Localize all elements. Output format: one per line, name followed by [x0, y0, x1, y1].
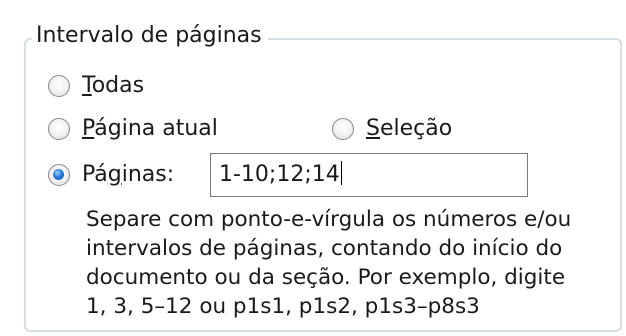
radio-all-label[interactable]: Todas: [82, 68, 144, 104]
radio-current-page-label[interactable]: Página atual: [82, 111, 218, 147]
text-caret: [340, 161, 343, 185]
radio-option-current-page[interactable]: Página atual: [48, 111, 218, 147]
radio-option-all[interactable]: Todas: [48, 68, 144, 104]
help-line: intervalos de páginas, contando do iníci…: [86, 236, 563, 261]
radio-option-pages[interactable]: Páginas:: [48, 157, 174, 193]
help-line: documento ou da seção. Por exemplo, digi…: [86, 265, 566, 290]
pages-help-text: Separe com ponto-e-vírgula os números e/…: [86, 205, 616, 321]
radio-all-button[interactable]: [48, 75, 70, 97]
pages-input-value: 1-10;12;14: [219, 162, 340, 187]
page-range-group-title: Intervalo de páginas: [32, 18, 268, 54]
help-line: 1, 3, 5–12 ou p1s1, p1s2, p1s3–p8s3: [86, 294, 480, 319]
radio-option-selection[interactable]: Seleção: [332, 111, 452, 147]
radio-selection-button[interactable]: [332, 118, 354, 140]
radio-pages-button[interactable]: [48, 164, 70, 186]
pages-input[interactable]: 1-10;12;14: [210, 153, 528, 197]
radio-current-page-button[interactable]: [48, 118, 70, 140]
radio-pages-label[interactable]: Páginas:: [82, 157, 174, 193]
radio-selection-label[interactable]: Seleção: [366, 111, 452, 147]
help-line: Separe com ponto-e-vírgula os números e/…: [86, 207, 572, 232]
